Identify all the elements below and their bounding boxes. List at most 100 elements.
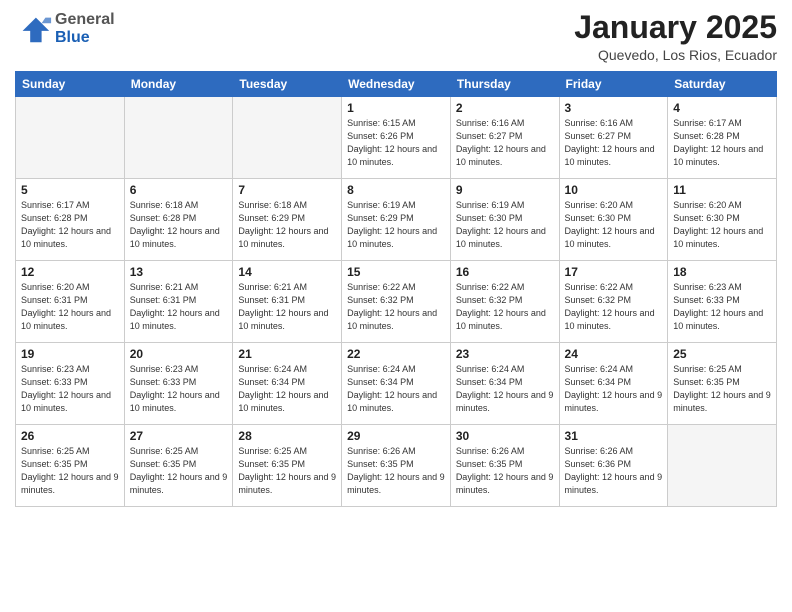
day-cell-w4-d1: 19Sunrise: 6:23 AM Sunset: 6:33 PM Dayli… bbox=[16, 343, 125, 425]
day-number: 3 bbox=[565, 101, 663, 115]
day-cell-w1-d4: 1Sunrise: 6:15 AM Sunset: 6:26 PM Daylig… bbox=[342, 97, 451, 179]
day-info: Sunrise: 6:23 AM Sunset: 6:33 PM Dayligh… bbox=[21, 363, 119, 415]
day-info: Sunrise: 6:19 AM Sunset: 6:29 PM Dayligh… bbox=[347, 199, 445, 251]
day-number: 20 bbox=[130, 347, 228, 361]
logo-icon bbox=[15, 10, 53, 48]
day-info: Sunrise: 6:17 AM Sunset: 6:28 PM Dayligh… bbox=[673, 117, 771, 169]
day-info: Sunrise: 6:19 AM Sunset: 6:30 PM Dayligh… bbox=[456, 199, 554, 251]
location: Quevedo, Los Rios, Ecuador bbox=[574, 47, 777, 63]
header: General Blue January 2025 Quevedo, Los R… bbox=[15, 10, 777, 63]
day-cell-w3-d5: 16Sunrise: 6:22 AM Sunset: 6:32 PM Dayli… bbox=[450, 261, 559, 343]
day-number: 8 bbox=[347, 183, 445, 197]
day-number: 4 bbox=[673, 101, 771, 115]
day-cell-w2-d4: 8 Sunrise: 6:19 AM Sunset: 6:29 PM Daylig… bbox=[342, 179, 451, 261]
day-cell-w1-d1 bbox=[16, 97, 125, 179]
day-cell-w5-d6: 31Sunrise: 6:26 AM Sunset: 6:36 PM Dayli… bbox=[559, 425, 668, 507]
day-cell-w4-d2: 20 Sunrise: 6:23 AM Sunset: 6:33 PM Dayli… bbox=[124, 343, 233, 425]
day-cell-w2-d2: 6 Sunrise: 6:18 AM Sunset: 6:28 PM Daylig… bbox=[124, 179, 233, 261]
day-info: Sunrise: 6:24 AM Sunset: 6:34 PM Dayligh… bbox=[347, 363, 445, 415]
header-sunday: Sunday bbox=[16, 72, 125, 97]
day-number: 6 bbox=[130, 183, 228, 197]
day-cell-w1-d6: 3 Sunrise: 6:16 AM Sunset: 6:27 PM Daylig… bbox=[559, 97, 668, 179]
day-info: Sunrise: 6:26 AM Sunset: 6:35 PM Dayligh… bbox=[456, 445, 554, 497]
day-number: 9 bbox=[456, 183, 554, 197]
day-number: 29 bbox=[347, 429, 445, 443]
header-thursday: Thursday bbox=[450, 72, 559, 97]
day-number: 7 bbox=[238, 183, 336, 197]
header-wednesday: Wednesday bbox=[342, 72, 451, 97]
day-cell-w1-d7: 4 Sunrise: 6:17 AM Sunset: 6:28 PM Daylig… bbox=[668, 97, 777, 179]
day-cell-w4-d7: 25 Sunrise: 6:25 AM Sunset: 6:35 PM Dayli… bbox=[668, 343, 777, 425]
day-cell-w3-d2: 13 Sunrise: 6:21 AM Sunset: 6:31 PM Dayli… bbox=[124, 261, 233, 343]
day-number: 27 bbox=[130, 429, 228, 443]
day-number: 12 bbox=[21, 265, 119, 279]
week-row-2: 5Sunrise: 6:17 AM Sunset: 6:28 PM Daylig… bbox=[16, 179, 777, 261]
day-info: Sunrise: 6:20 AM Sunset: 6:31 PM Dayligh… bbox=[21, 281, 119, 333]
logo-blue: Blue bbox=[55, 29, 115, 47]
day-info: Sunrise: 6:21 AM Sunset: 6:31 PM Dayligh… bbox=[238, 281, 336, 333]
day-info: Sunrise: 6:18 AM Sunset: 6:28 PM Dayligh… bbox=[130, 199, 228, 251]
day-info: Sunrise: 6:15 AM Sunset: 6:26 PM Dayligh… bbox=[347, 117, 445, 169]
day-cell-w4-d5: 23Sunrise: 6:24 AM Sunset: 6:34 PM Dayli… bbox=[450, 343, 559, 425]
day-number: 16 bbox=[456, 265, 554, 279]
day-number: 18 bbox=[673, 265, 771, 279]
week-row-4: 19Sunrise: 6:23 AM Sunset: 6:33 PM Dayli… bbox=[16, 343, 777, 425]
day-cell-w3-d4: 15 Sunrise: 6:22 AM Sunset: 6:32 PM Dayli… bbox=[342, 261, 451, 343]
day-info: Sunrise: 6:23 AM Sunset: 6:33 PM Dayligh… bbox=[673, 281, 771, 333]
day-cell-w5-d4: 29 Sunrise: 6:26 AM Sunset: 6:35 PM Dayli… bbox=[342, 425, 451, 507]
day-number: 17 bbox=[565, 265, 663, 279]
day-info: Sunrise: 6:26 AM Sunset: 6:35 PM Dayligh… bbox=[347, 445, 445, 497]
header-friday: Friday bbox=[559, 72, 668, 97]
day-cell-w5-d2: 27 Sunrise: 6:25 AM Sunset: 6:35 PM Dayli… bbox=[124, 425, 233, 507]
day-info: Sunrise: 6:20 AM Sunset: 6:30 PM Dayligh… bbox=[673, 199, 771, 251]
day-info: Sunrise: 6:25 AM Sunset: 6:35 PM Dayligh… bbox=[238, 445, 336, 497]
day-cell-w4-d3: 21 Sunrise: 6:24 AM Sunset: 6:34 PM Dayli… bbox=[233, 343, 342, 425]
day-info: Sunrise: 6:24 AM Sunset: 6:34 PM Dayligh… bbox=[238, 363, 336, 415]
logo-text: General Blue bbox=[55, 11, 115, 46]
day-info: Sunrise: 6:24 AM Sunset: 6:34 PM Dayligh… bbox=[565, 363, 663, 415]
day-info: Sunrise: 6:25 AM Sunset: 6:35 PM Dayligh… bbox=[673, 363, 771, 415]
day-number: 24 bbox=[565, 347, 663, 361]
day-number: 10 bbox=[565, 183, 663, 197]
day-cell-w4-d6: 24 Sunrise: 6:24 AM Sunset: 6:34 PM Dayli… bbox=[559, 343, 668, 425]
day-cell-w3-d3: 14Sunrise: 6:21 AM Sunset: 6:31 PM Dayli… bbox=[233, 261, 342, 343]
day-number: 15 bbox=[347, 265, 445, 279]
day-cell-w4-d4: 22 Sunrise: 6:24 AM Sunset: 6:34 PM Dayli… bbox=[342, 343, 451, 425]
week-row-1: 1Sunrise: 6:15 AM Sunset: 6:26 PM Daylig… bbox=[16, 97, 777, 179]
day-cell-w2-d7: 11 Sunrise: 6:20 AM Sunset: 6:30 PM Dayli… bbox=[668, 179, 777, 261]
day-number: 28 bbox=[238, 429, 336, 443]
day-info: Sunrise: 6:24 AM Sunset: 6:34 PM Dayligh… bbox=[456, 363, 554, 415]
day-number: 31 bbox=[565, 429, 663, 443]
day-cell-w2-d5: 9 Sunrise: 6:19 AM Sunset: 6:30 PM Daylig… bbox=[450, 179, 559, 261]
day-cell-w5-d1: 26Sunrise: 6:25 AM Sunset: 6:35 PM Dayli… bbox=[16, 425, 125, 507]
day-number: 13 bbox=[130, 265, 228, 279]
day-info: Sunrise: 6:25 AM Sunset: 6:35 PM Dayligh… bbox=[130, 445, 228, 497]
day-info: Sunrise: 6:25 AM Sunset: 6:35 PM Dayligh… bbox=[21, 445, 119, 497]
day-info: Sunrise: 6:20 AM Sunset: 6:30 PM Dayligh… bbox=[565, 199, 663, 251]
calendar-header: Sunday Monday Tuesday Wednesday Thursday… bbox=[16, 72, 777, 97]
day-info: Sunrise: 6:22 AM Sunset: 6:32 PM Dayligh… bbox=[347, 281, 445, 333]
header-tuesday: Tuesday bbox=[233, 72, 342, 97]
day-cell-w3-d6: 17Sunrise: 6:22 AM Sunset: 6:32 PM Dayli… bbox=[559, 261, 668, 343]
calendar-body: 1Sunrise: 6:15 AM Sunset: 6:26 PM Daylig… bbox=[16, 97, 777, 507]
day-info: Sunrise: 6:23 AM Sunset: 6:33 PM Dayligh… bbox=[130, 363, 228, 415]
day-cell-w1-d5: 2Sunrise: 6:16 AM Sunset: 6:27 PM Daylig… bbox=[450, 97, 559, 179]
day-number: 11 bbox=[673, 183, 771, 197]
day-number: 30 bbox=[456, 429, 554, 443]
day-cell-w2-d6: 10 Sunrise: 6:20 AM Sunset: 6:30 PM Dayli… bbox=[559, 179, 668, 261]
day-number: 21 bbox=[238, 347, 336, 361]
day-number: 2 bbox=[456, 101, 554, 115]
day-info: Sunrise: 6:16 AM Sunset: 6:27 PM Dayligh… bbox=[565, 117, 663, 169]
header-saturday: Saturday bbox=[668, 72, 777, 97]
day-number: 25 bbox=[673, 347, 771, 361]
month-title: January 2025 bbox=[574, 10, 777, 45]
day-cell-w2-d3: 7Sunrise: 6:18 AM Sunset: 6:29 PM Daylig… bbox=[233, 179, 342, 261]
logo: General Blue bbox=[15, 10, 115, 48]
week-row-3: 12 Sunrise: 6:20 AM Sunset: 6:31 PM Dayli… bbox=[16, 261, 777, 343]
page: General Blue January 2025 Quevedo, Los R… bbox=[0, 0, 792, 612]
day-info: Sunrise: 6:21 AM Sunset: 6:31 PM Dayligh… bbox=[130, 281, 228, 333]
day-cell-w1-d2 bbox=[124, 97, 233, 179]
day-cell-w2-d1: 5Sunrise: 6:17 AM Sunset: 6:28 PM Daylig… bbox=[16, 179, 125, 261]
calendar: Sunday Monday Tuesday Wednesday Thursday… bbox=[15, 71, 777, 507]
day-number: 22 bbox=[347, 347, 445, 361]
